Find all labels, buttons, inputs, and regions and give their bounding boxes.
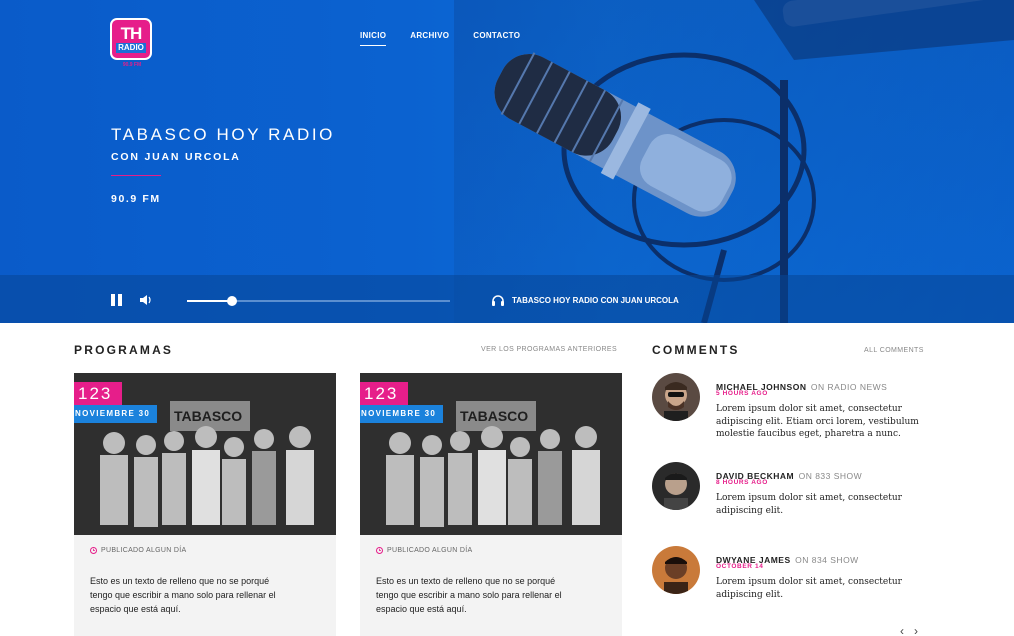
program-card[interactable]: TABASCO 123 NOVIEMBRE 30 PUBLICADO ALGUN… — [360, 373, 622, 636]
logo-th-text: TH — [120, 24, 143, 43]
clock-icon — [376, 547, 383, 554]
previous-programs-link[interactable]: VER LOS PROGRAMAS ANTERIORES — [481, 346, 617, 353]
progress-slider[interactable] — [187, 296, 450, 306]
hero-frequency: 90.9 FM — [111, 193, 161, 205]
program-meta: PUBLICADO ALGUN DÍA — [90, 547, 186, 554]
nav-item-archivo[interactable]: ARCHIVO — [410, 31, 449, 46]
pause-button[interactable] — [111, 294, 123, 306]
program-published-text: PUBLICADO ALGUN DÍA — [387, 547, 473, 554]
program-number: 123 — [74, 382, 123, 405]
photo-sign-text: TABASCO — [460, 408, 528, 424]
chevron-left-icon[interactable]: ‹ — [900, 624, 904, 636]
program-photo: TABASCO 123 NOVIEMBRE 30 — [74, 373, 336, 535]
program-photo: TABASCO 123 NOVIEMBRE 30 — [360, 373, 622, 535]
programs-title: PROGRAMAS — [74, 343, 174, 357]
program-description: Esto es un texto de relleno que no se po… — [376, 576, 562, 614]
comment-text: Lorem ipsum dolor sit amet, consectetur … — [716, 404, 919, 439]
program-card[interactable]: TABASCO 123 NOVIEMBRE 30 PUBLICADO ALGUN… — [74, 373, 336, 636]
program-description: Esto es un texto de relleno que no se po… — [90, 576, 276, 614]
headphones-icon — [492, 295, 504, 306]
logo-radio-text: RADIO — [116, 43, 146, 53]
photo-sign-text: TABASCO — [174, 408, 242, 424]
clock-icon — [90, 547, 97, 554]
comment-show: ON 833 SHOW — [798, 471, 863, 481]
comments-pager: ‹ › — [900, 624, 918, 636]
logo-badge: TH RADIO — [110, 18, 152, 60]
program-date: NOVIEMBRE 30 — [74, 405, 158, 423]
program-date: NOVIEMBRE 30 — [360, 405, 444, 423]
th-radio-logo[interactable]: TH RADIO 90.9 FM — [110, 18, 154, 68]
comment-show: ON 834 SHOW — [795, 555, 859, 565]
all-comments-link[interactable]: ALL COMMENTS — [864, 347, 924, 354]
comment-time: OCTOBER 14 — [716, 563, 764, 570]
progress-fill — [187, 300, 232, 302]
comment-text: Lorem ipsum dolor sit amet, consectetur … — [716, 577, 902, 600]
program-meta: PUBLICADO ALGUN DÍA — [376, 547, 472, 554]
main-nav: INICIO ARCHIVO CONTACTO — [360, 31, 544, 46]
avatar[interactable] — [652, 462, 700, 510]
now-playing: TABASCO HOY RADIO CON JUAN URCOLA — [492, 295, 679, 306]
hero-subtitle: CON JUAN URCOLA — [111, 151, 241, 163]
nav-item-inicio[interactable]: INICIO — [360, 31, 387, 46]
hero-divider — [111, 175, 161, 176]
progress-handle[interactable] — [226, 296, 237, 306]
hero-banner: TH RADIO 90.9 FM INICIO ARCHIVO CONTACTO… — [0, 0, 1014, 323]
hero-title: TABASCO HOY RADIO — [111, 125, 335, 144]
comment-time: 5 HOURS AGO — [716, 390, 768, 397]
comments-title: COMMENTS — [652, 343, 740, 357]
now-playing-title: TABASCO HOY RADIO CON JUAN URCOLA — [512, 296, 679, 305]
nav-item-contacto[interactable]: CONTACTO — [473, 31, 520, 46]
audio-player-bar: TABASCO HOY RADIO CON JUAN URCOLA — [0, 275, 1014, 323]
comment-text: Lorem ipsum dolor sit amet, consectetur … — [716, 493, 902, 516]
comment-time: 8 HOURS AGO — [716, 479, 768, 486]
volume-icon[interactable] — [139, 293, 153, 307]
program-published-text: PUBLICADO ALGUN DÍA — [101, 547, 187, 554]
avatar[interactable] — [652, 546, 700, 594]
chevron-right-icon[interactable]: › — [914, 624, 918, 636]
logo-frequency-text: 90.9 FM — [122, 62, 142, 68]
avatar[interactable] — [652, 373, 700, 421]
program-number: 123 — [360, 382, 409, 405]
comment-show: ON RADIO NEWS — [810, 382, 888, 392]
